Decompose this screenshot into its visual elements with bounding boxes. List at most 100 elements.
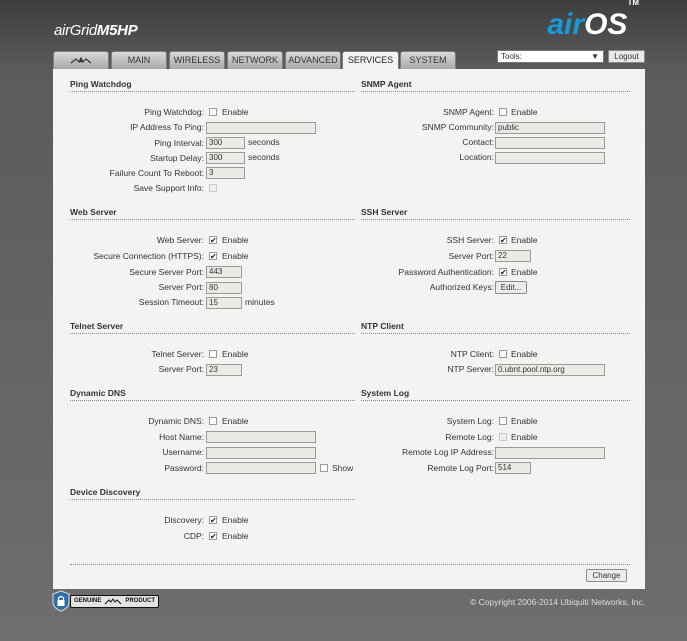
tab-services[interactable]: SERVICES: [342, 51, 399, 70]
location-input[interactable]: [495, 152, 605, 164]
tab-main[interactable]: MAIN: [111, 51, 167, 69]
ssh-port-label: Server Port:: [448, 251, 494, 261]
telnet-port-label: Server Port:: [158, 364, 204, 374]
section-divider: [70, 333, 355, 334]
section-divider: [70, 91, 355, 92]
section-divider: [70, 400, 355, 401]
services-panel: Ping Watchdog Ping Watchdog: Enable IP A…: [53, 69, 645, 589]
remote-log-ip-label: Remote Log IP Address:: [402, 447, 494, 457]
web-server-checkbox[interactable]: [209, 236, 217, 244]
section-divider: [361, 91, 630, 92]
password-input[interactable]: [206, 462, 316, 474]
ssh-port-input[interactable]: 22: [495, 250, 531, 262]
location-label: Location:: [459, 152, 495, 162]
host-name-input[interactable]: [206, 431, 316, 443]
genuine-text: GENUINE: [74, 598, 102, 604]
discovery-enable-text: Enable: [222, 515, 249, 525]
discovery-title: Device Discovery: [70, 487, 141, 497]
brand-logo: airGridM5HP: [54, 22, 138, 39]
tab-advanced[interactable]: ADVANCED: [285, 51, 341, 69]
ntp-client-checkbox[interactable]: [499, 350, 507, 358]
tools-label: Tools:: [501, 52, 522, 61]
snmp-community-input[interactable]: public: [495, 122, 605, 134]
system-log-label: System Log:: [446, 416, 494, 426]
snmp-community-label: SNMP Community:: [421, 122, 494, 132]
copyright-text: © Copyright 2006-2014 Ubiquiti Networks,…: [470, 597, 645, 607]
failure-count-label: Failure Count To Reboot:: [109, 168, 204, 178]
dropdown-arrow-icon: ▼: [591, 52, 599, 61]
remote-log-enable-text: Enable: [511, 432, 538, 442]
contact-input[interactable]: [495, 137, 605, 149]
system-log-checkbox[interactable]: [499, 417, 507, 425]
startup-delay-input[interactable]: 300: [206, 152, 245, 164]
secure-port-input[interactable]: 443: [206, 266, 242, 278]
web-port-input[interactable]: 80: [206, 282, 242, 294]
tab-ubnt-logo[interactable]: [53, 51, 109, 69]
web-server-label: Web Server:: [156, 235, 204, 245]
syslog-title: System Log: [361, 388, 410, 398]
discovery-checkbox[interactable]: [209, 516, 217, 524]
ping-watchdog-checkbox[interactable]: [209, 108, 217, 116]
session-timeout-input[interactable]: 15: [206, 297, 242, 309]
remote-log-ip-input[interactable]: [495, 447, 605, 459]
web-port-label: Server Port:: [158, 282, 204, 292]
contact-label: Contact:: [462, 137, 494, 147]
web-server-enable-text: Enable: [222, 235, 249, 245]
brand-grid: Grid: [69, 22, 97, 39]
username-input[interactable]: [206, 447, 316, 459]
ddns-checkbox[interactable]: [209, 417, 217, 425]
show-password-checkbox[interactable]: [320, 464, 328, 472]
snmp-agent-checkbox[interactable]: [499, 108, 507, 116]
cdp-checkbox[interactable]: [209, 532, 217, 540]
tools-dropdown[interactable]: Tools: ▼: [497, 50, 604, 63]
logout-button[interactable]: Logout: [608, 50, 645, 63]
airos-logo: airOSTM: [547, 0, 639, 42]
airos-logo-tm: TM: [627, 0, 639, 7]
product-text: PRODUCT: [125, 598, 156, 604]
telnet-title: Telnet Server: [70, 321, 124, 331]
failure-count-input[interactable]: 3: [206, 167, 245, 179]
section-divider: [361, 400, 630, 401]
ntp-server-input[interactable]: 0.ubnt.pool.ntp.org: [495, 364, 605, 376]
section-divider: [70, 499, 355, 500]
tab-wireless[interactable]: WIRELESS: [169, 51, 225, 69]
section-divider: [361, 333, 630, 334]
ssh-server-checkbox[interactable]: [499, 236, 507, 244]
ubnt-small-logo-icon: [104, 597, 122, 604]
remote-log-checkbox[interactable]: [499, 433, 507, 441]
remote-log-port-input[interactable]: 514: [495, 462, 531, 474]
ubnt-logo-icon: [70, 56, 92, 63]
ntp-enable-text: Enable: [511, 349, 538, 359]
ping-interval-input[interactable]: 300: [206, 137, 245, 149]
password-auth-enable-text: Enable: [511, 267, 538, 277]
authorized-keys-label: Authorized Keys:: [429, 282, 494, 292]
web-server-title: Web Server: [70, 207, 117, 217]
https-checkbox[interactable]: [209, 252, 217, 260]
save-support-checkbox[interactable]: [209, 184, 217, 192]
genuine-product-badge: GENUINE PRODUCT: [52, 590, 172, 612]
https-enable-text: Enable: [222, 251, 249, 261]
ssh-title: SSH Server: [361, 207, 408, 217]
ping-watchdog-enable-text: Enable: [222, 107, 249, 117]
show-password-text: Show: [332, 463, 354, 473]
airos-logo-air: air: [547, 8, 585, 41]
authorized-keys-edit-button[interactable]: Edit...: [495, 281, 527, 294]
ntp-client-label: NTP Client:: [450, 349, 494, 359]
lock-shield-icon: [52, 590, 70, 612]
password-auth-checkbox[interactable]: [499, 268, 507, 276]
genuine-product-label: GENUINE PRODUCT: [70, 594, 160, 608]
section-divider: [361, 219, 630, 220]
telnet-port-input[interactable]: 23: [206, 364, 242, 376]
footer-divider: [70, 564, 630, 565]
ip-to-ping-input[interactable]: [206, 122, 316, 134]
tab-network[interactable]: NETWORK: [227, 51, 283, 69]
ip-to-ping-label: IP Address To Ping:: [130, 122, 204, 132]
tab-system[interactable]: SYSTEM: [400, 51, 456, 69]
session-timeout-label: Session Timeout:: [138, 297, 204, 307]
remote-log-port-label: Remote Log Port:: [427, 463, 494, 473]
password-auth-label: Password Authentication:: [398, 267, 494, 277]
ssh-server-label: SSH Server:: [446, 235, 494, 245]
change-button[interactable]: Change: [586, 569, 627, 582]
telnet-server-checkbox[interactable]: [209, 350, 217, 358]
brand-prefix: air: [54, 22, 70, 39]
